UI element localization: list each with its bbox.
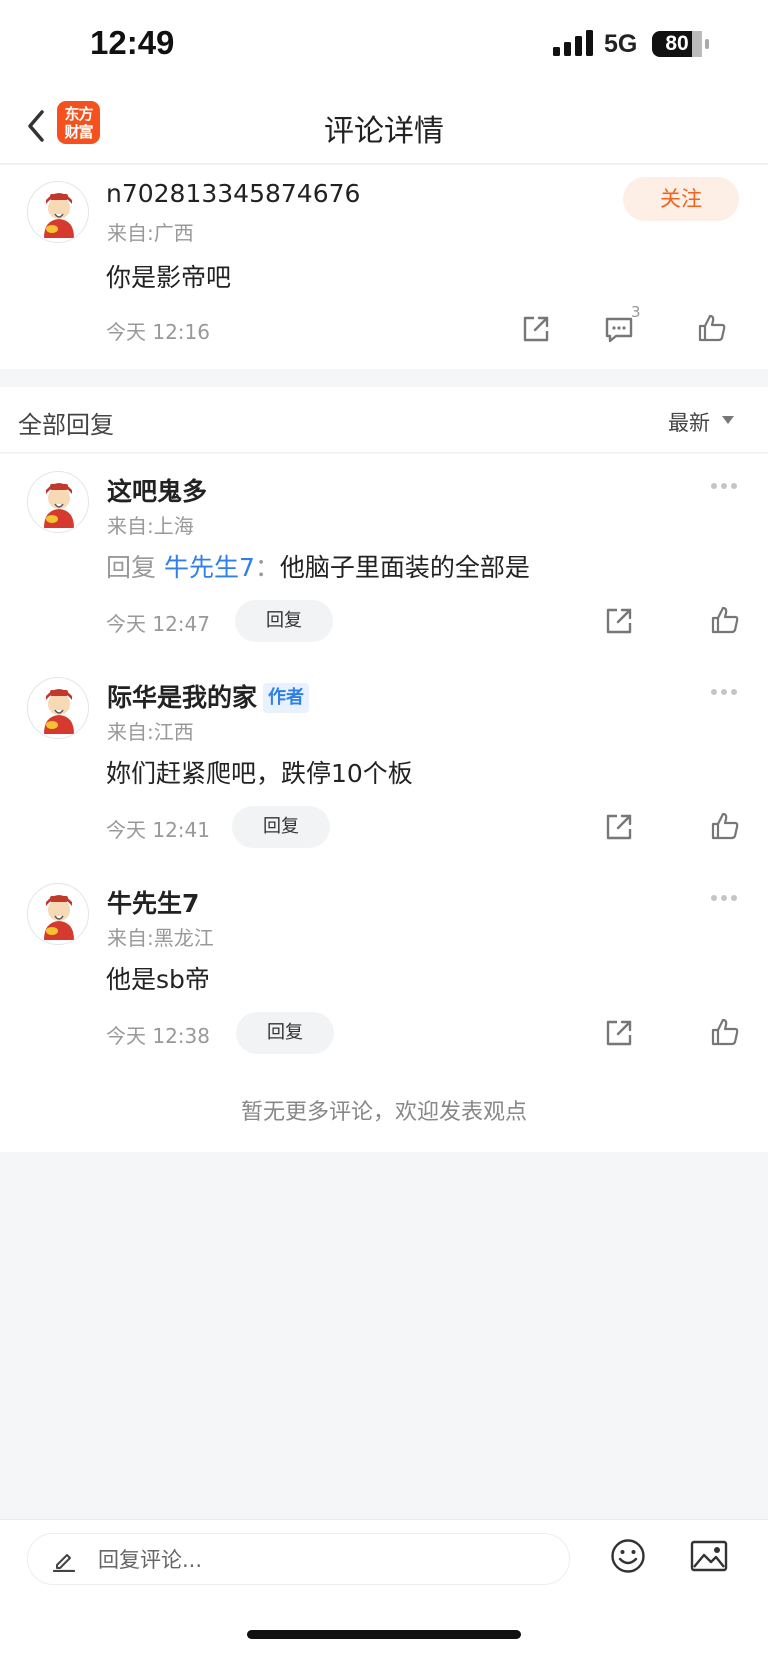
like-icon[interactable] — [710, 1017, 740, 1047]
like-icon[interactable] — [697, 313, 727, 343]
like-icon[interactable] — [710, 605, 740, 635]
reply-time: 今天 12:47 — [106, 612, 210, 636]
reply-username-line: 际华是我的家 作者 — [107, 678, 310, 714]
comment-content: 你是影帝吧 — [106, 263, 232, 292]
author-badge: 作者 — [263, 683, 310, 713]
home-indicator — [247, 1630, 521, 1639]
follow-button[interactable]: 关注 — [623, 177, 739, 221]
status-time: 12:49 — [90, 24, 175, 61]
no-more-comments: 暂无更多评论，欢迎发表观点 — [240, 1100, 527, 1125]
reply-input[interactable] — [98, 1544, 538, 1576]
like-icon[interactable] — [710, 811, 740, 841]
share-icon[interactable] — [604, 1018, 634, 1048]
reply-content: 他脑子里面装的全部是 — [279, 553, 530, 582]
avatar-icon — [44, 895, 74, 940]
reply-username[interactable]: 牛先生7 — [107, 884, 199, 920]
share-icon[interactable] — [521, 314, 551, 344]
reply-prefix: 回复 — [106, 553, 157, 582]
reply-username[interactable]: 际华是我的家 — [107, 683, 257, 712]
network-type: 5G — [604, 30, 638, 58]
comment-count: 3 — [631, 303, 641, 321]
avatar-icon — [44, 483, 74, 528]
reply-location: 来自:上海 — [107, 514, 194, 538]
avatar[interactable] — [27, 471, 89, 533]
reply-time: 今天 12:41 — [106, 818, 210, 842]
sort-dropdown[interactable]: 最新 — [668, 407, 710, 437]
avatar[interactable] — [27, 883, 89, 945]
nav-bar: 东方财富 评论详情 — [0, 90, 768, 164]
reply-target-link[interactable]: 牛先生7 — [164, 553, 255, 582]
comment-icon[interactable] — [604, 315, 634, 345]
reply-location: 来自:黑龙江 — [107, 926, 214, 950]
comment-time: 今天 12:16 — [106, 320, 210, 344]
reply-item: 际华是我的家 作者 来自:江西 妳们赶紧爬吧，跌停10个板 今天 12:41 回复 — [0, 660, 768, 866]
more-icon[interactable] — [710, 482, 738, 490]
battery-level: 80 — [665, 32, 689, 55]
avatar-icon — [44, 193, 74, 238]
reply-colon: ： — [254, 553, 280, 582]
avatar-icon — [44, 689, 74, 734]
more-icon[interactable] — [710, 688, 738, 696]
reply-button[interactable]: 回复 — [236, 1012, 334, 1054]
share-icon[interactable] — [604, 606, 634, 636]
reply-time: 今天 12:38 — [106, 1024, 210, 1048]
comment-location: 来自:广西 — [107, 221, 194, 245]
emoji-icon[interactable] — [610, 1538, 646, 1574]
replies-title: 全部回复 — [18, 411, 114, 439]
reply-item: 牛先生7 来自:黑龙江 他是sb帝 今天 12:38 回复 — [0, 866, 768, 1072]
reply-username[interactable]: 这吧鬼多 — [107, 472, 207, 508]
reply-content-line: 回复 牛先生7：他脑子里面装的全部是 — [106, 548, 530, 584]
signal-icon — [553, 30, 593, 56]
comment-username[interactable]: n702813345874676 — [106, 179, 360, 208]
pencil-icon — [52, 1554, 76, 1572]
reply-item: 这吧鬼多 来自:上海 回复 牛先生7：他脑子里面装的全部是 今天 12:47 回… — [0, 454, 768, 660]
avatar[interactable] — [27, 677, 89, 739]
status-bar: 12:49 5G 80 — [0, 0, 768, 90]
avatar[interactable] — [27, 181, 89, 243]
reply-button[interactable]: 回复 — [232, 806, 330, 848]
replies-list: 这吧鬼多 来自:上海 回复 牛先生7：他脑子里面装的全部是 今天 12:47 回… — [0, 454, 768, 1152]
share-icon[interactable] — [604, 812, 634, 842]
main-comment: n702813345874676 来自:广西 关注 你是影帝吧 今天 12:16… — [0, 165, 768, 369]
image-icon[interactable] — [690, 1540, 728, 1572]
reply-content: 妳们赶紧爬吧，跌停10个板 — [106, 759, 413, 788]
reply-input-box[interactable] — [27, 1533, 570, 1585]
bottom-bar — [0, 1519, 768, 1662]
replies-header: 全部回复 最新 — [0, 387, 768, 453]
more-icon[interactable] — [710, 894, 738, 902]
reply-content: 他是sb帝 — [106, 965, 210, 994]
reply-button[interactable]: 回复 — [235, 600, 333, 642]
page-title: 评论详情 — [324, 114, 444, 149]
caret-down-icon[interactable] — [722, 416, 734, 424]
reply-location: 来自:江西 — [107, 720, 194, 744]
